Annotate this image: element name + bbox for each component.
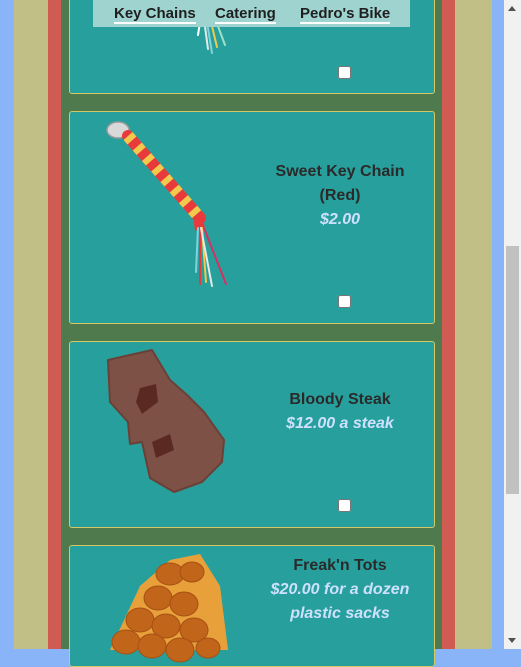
product-card-steak: Bloody Steak $12.00 a steak — [69, 341, 435, 528]
select-checkbox[interactable] — [338, 295, 351, 308]
scroll-thumb[interactable] — [506, 246, 519, 494]
page-edge-right — [492, 0, 504, 649]
product-price: $12.00 a steak — [286, 415, 394, 432]
product-price: $20.00 for a dozen plastic sacks — [270, 581, 410, 622]
scroll-down-button[interactable] — [504, 632, 521, 649]
top-nav: Key Chains Catering Pedro's Bike — [93, 0, 410, 27]
product-name: Sweet Key Chain (Red) — [275, 163, 405, 204]
product-name: Freak'n Tots — [293, 557, 387, 574]
nav-pedros-bike[interactable]: Pedro's Bike — [300, 5, 391, 24]
product-info: Bloody Steak $12.00 a steak — [270, 388, 410, 436]
chevron-down-icon — [508, 638, 516, 643]
product-info: Sweet Key Chain (Red) $2.00 — [270, 160, 410, 232]
product-price: $2.00 — [319, 211, 361, 228]
product-info: Freak'n Tots $20.00 for a dozen plastic … — [270, 554, 410, 626]
select-checkbox[interactable] — [338, 66, 351, 79]
select-checkbox[interactable] — [338, 499, 351, 512]
page-edge-left — [0, 0, 14, 649]
vertical-scrollbar[interactable] — [504, 0, 521, 649]
scroll-up-button[interactable] — [504, 0, 521, 17]
product-card-keychain: Sweet Key Chain (Red) $2.00 — [69, 111, 435, 324]
nav-catering[interactable]: Catering — [215, 5, 276, 24]
chevron-up-icon — [508, 6, 516, 11]
product-name: Bloody Steak — [289, 391, 391, 408]
nav-key-chains[interactable]: Key Chains — [114, 5, 196, 24]
